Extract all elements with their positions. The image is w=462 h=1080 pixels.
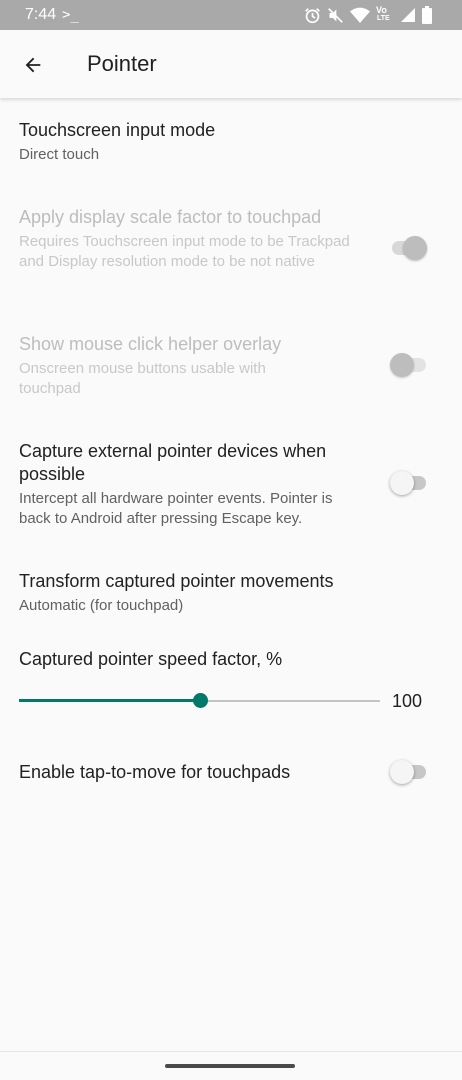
capture-pointer-switch[interactable] xyxy=(390,471,430,495)
app-bar: Pointer xyxy=(0,30,462,98)
switch-thumb xyxy=(390,760,414,784)
mute-icon xyxy=(328,7,343,23)
pref-summary: Intercept all hardware pointer events. P… xyxy=(19,490,333,527)
pref-summary: Onscreen mouse buttons usable with touch… xyxy=(19,360,266,397)
pref-title: Captured pointer speed factor, % xyxy=(19,649,283,669)
battery-icon xyxy=(422,6,432,24)
pref-display-scale-factor[interactable]: Apply display scale factor to touchpad R… xyxy=(0,196,462,306)
arrow-left-icon xyxy=(25,57,41,73)
tap-to-move-switch[interactable] xyxy=(390,760,430,784)
pref-mouse-click-helper[interactable]: Show mouse click helper overlay Onscreen… xyxy=(0,323,462,409)
signal-icon xyxy=(401,8,415,22)
pref-summary: Requires Touchscreen input mode to be Tr… xyxy=(19,233,350,270)
status-bar: 7:44 >_ Vo LTE xyxy=(0,0,462,30)
navigation-bar xyxy=(0,1051,462,1080)
pref-summary: Direct touch xyxy=(19,146,100,163)
slider-active-track xyxy=(19,699,200,702)
speed-factor-slider[interactable] xyxy=(19,689,380,713)
pref-summary: Automatic (for touchpad) xyxy=(19,597,184,614)
gesture-handle[interactable] xyxy=(165,1064,295,1068)
volte-label: Vo xyxy=(376,5,387,15)
pref-title: Touchscreen input mode xyxy=(19,120,216,140)
slider-thumb[interactable] xyxy=(192,693,208,708)
status-time: 7:44 xyxy=(25,6,57,23)
pref-title: Transform captured pointer movements xyxy=(19,571,334,591)
status-icons: Vo LTE xyxy=(304,5,432,25)
pref-transform-movements[interactable]: Transform captured pointer movements Aut… xyxy=(0,560,462,630)
click-helper-switch[interactable] xyxy=(390,353,430,377)
pref-title: Apply display scale factor to touchpad xyxy=(19,207,322,227)
slider-value: 100 xyxy=(392,691,423,711)
pref-title: Capture external pointer devices when po… xyxy=(19,441,327,484)
volte-icon: Vo LTE xyxy=(376,5,394,25)
page-title: Pointer xyxy=(87,51,157,76)
pref-tap-to-move[interactable]: Enable tap-to-move for touchpads xyxy=(0,750,462,800)
lte-label: LTE xyxy=(377,15,390,22)
switch-thumb xyxy=(390,471,414,495)
switch-thumb xyxy=(403,236,427,260)
back-button[interactable] xyxy=(16,48,50,82)
terminal-prompt-icon: >_ xyxy=(62,7,79,23)
pref-title: Enable tap-to-move for touchpads xyxy=(19,762,291,782)
scale-factor-switch[interactable] xyxy=(390,236,430,260)
alarm-icon xyxy=(305,7,320,23)
wifi-icon xyxy=(350,7,370,23)
pref-title: Show mouse click helper overlay xyxy=(19,334,282,354)
pref-touchscreen-input-mode[interactable]: Touchscreen input mode Direct touch xyxy=(0,108,462,188)
pref-capture-pointer[interactable]: Capture external pointer devices when po… xyxy=(0,430,462,540)
switch-thumb xyxy=(390,353,414,377)
pref-speed-factor: Captured pointer speed factor, % xyxy=(0,638,462,678)
